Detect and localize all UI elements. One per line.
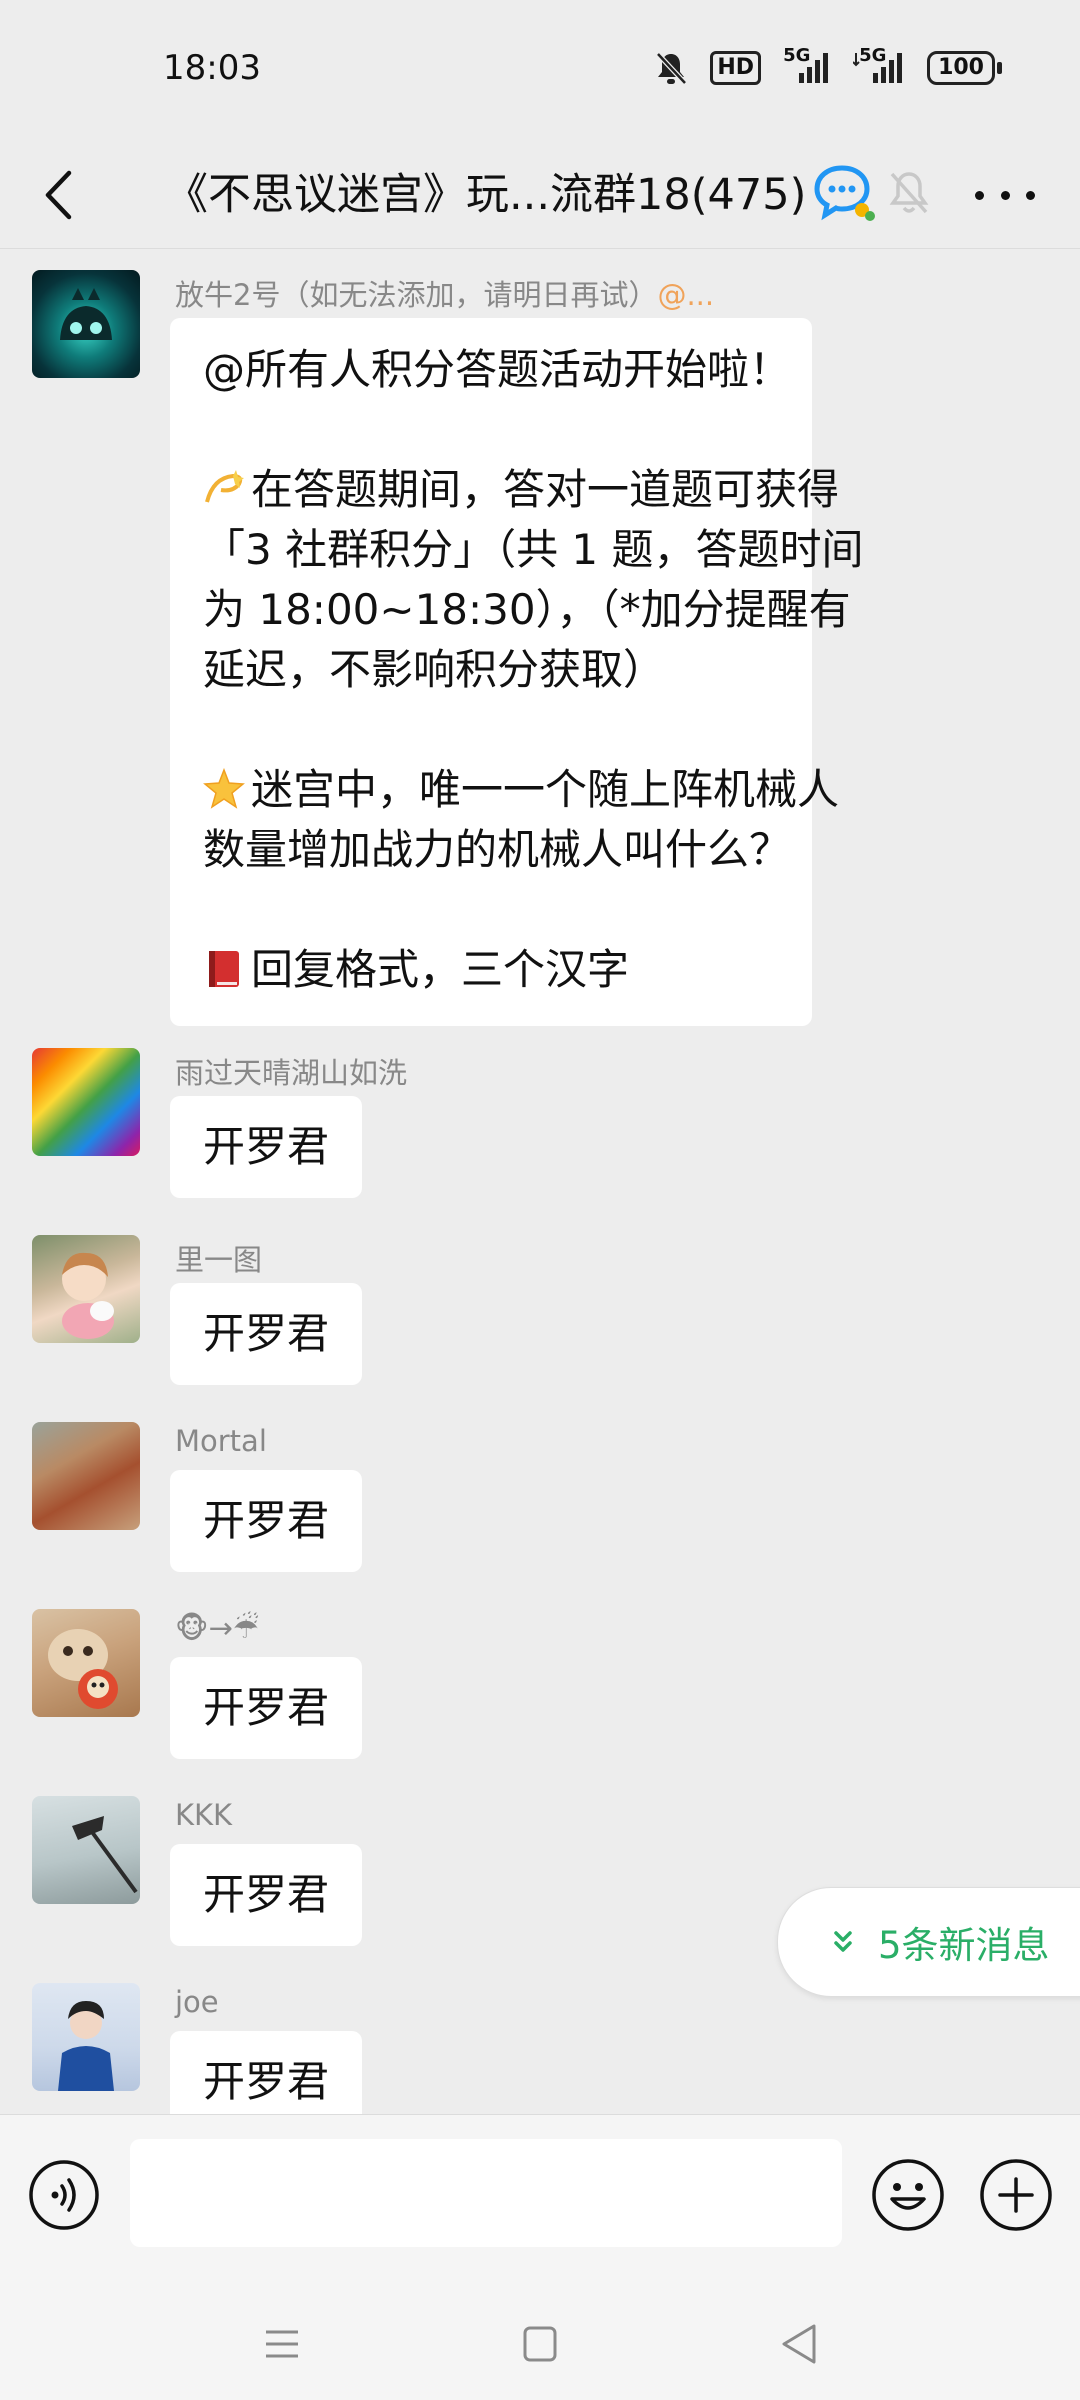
message-bubble[interactable]: 开罗君 bbox=[170, 2031, 363, 2114]
new-messages-button[interactable]: 5条新消息 bbox=[777, 1887, 1080, 1997]
message-line: 在答题期间，答对一道题可获得 bbox=[203, 460, 839, 520]
group-chat-icon[interactable] bbox=[812, 160, 878, 226]
sender-name: 🐵→☔ bbox=[175, 1611, 259, 1645]
battery-level: 100 bbox=[927, 51, 995, 85]
emoji-button[interactable] bbox=[870, 2157, 946, 2233]
message-bubble[interactable]: 开罗君 bbox=[170, 1283, 363, 1385]
notifications-off-icon bbox=[656, 52, 688, 85]
new-messages-label: 5条新消息 bbox=[878, 1924, 1050, 1967]
hd-voice-icon: HD bbox=[710, 51, 762, 85]
more-functions-button[interactable] bbox=[978, 2157, 1054, 2233]
sender-name: KKK bbox=[175, 1798, 233, 1832]
sender-name: 放牛2号（如无法添加，请明日再试）@... bbox=[175, 272, 714, 314]
avatar[interactable] bbox=[32, 1235, 140, 1343]
double-chevron-down-icon bbox=[834, 1931, 852, 1952]
chevron-left-icon bbox=[45, 170, 72, 220]
message-line-text: 迷宫中，唯一一个随上阵机械人 bbox=[251, 765, 840, 814]
message-line bbox=[203, 400, 779, 460]
message-line bbox=[203, 700, 779, 760]
message-line: 数量增加战力的机械人叫什么？ bbox=[203, 825, 792, 874]
dizzy-emoji-icon bbox=[205, 470, 244, 503]
input-bar bbox=[0, 2114, 1080, 2285]
avatar[interactable] bbox=[32, 270, 140, 378]
chat-title[interactable]: 《不思议迷宫》玩...流群18(475) bbox=[165, 162, 815, 228]
sender-name: Mortal bbox=[175, 1424, 267, 1458]
more-dots-icon bbox=[975, 190, 984, 200]
system-nav-bar bbox=[0, 2284, 1080, 2400]
avatar[interactable] bbox=[32, 1983, 140, 2091]
red-book-icon bbox=[209, 951, 239, 987]
message-line: 延迟，不影响积分获取） bbox=[203, 645, 666, 694]
status-time: 18:03 bbox=[163, 48, 261, 88]
chat-header: 《不思议迷宫》玩...流群18(475) bbox=[0, 140, 1080, 250]
message-input[interactable] bbox=[130, 2139, 842, 2247]
status-bar: 18:03 HD 5G 5G 100 bbox=[0, 0, 1080, 140]
system-back-icon[interactable] bbox=[778, 2322, 818, 2366]
home-icon[interactable] bbox=[522, 2324, 558, 2364]
sender-name: 雨过天晴湖山如洗 bbox=[175, 1056, 408, 1090]
battery-icon: 100 bbox=[927, 51, 1002, 85]
message-bubble[interactable]: 开罗君 bbox=[170, 1657, 363, 1759]
more-options-button[interactable] bbox=[975, 180, 1035, 210]
back-button[interactable] bbox=[28, 160, 88, 230]
message-bubble[interactable]: @所有人积分答题活动开始啦！ 在答题期间，答对一道题可获得 「3 社群积分」（共… bbox=[170, 318, 864, 1026]
message-bubble[interactable]: 开罗君 bbox=[170, 1844, 363, 1946]
message-line: 回复格式，三个汉字 bbox=[203, 940, 779, 1000]
avatar[interactable] bbox=[32, 1048, 140, 1156]
mention-tag[interactable]: @... bbox=[657, 278, 714, 312]
message-list[interactable]: 放牛2号（如无法添加，请明日再试）@... @所有人积分答题活动开始啦！ 在答题… bbox=[0, 250, 1080, 2114]
sender-name: 里一图 bbox=[175, 1243, 263, 1277]
signal-5g-icon: 5G bbox=[783, 45, 831, 85]
network-type-label-2: 5G bbox=[859, 45, 887, 66]
recent-apps-icon[interactable] bbox=[262, 2324, 302, 2364]
avatar[interactable] bbox=[32, 1609, 140, 1717]
message-line bbox=[203, 880, 779, 940]
header-divider bbox=[0, 248, 1080, 249]
message-line-text: 在答题期间，答对一道题可获得 bbox=[251, 465, 840, 514]
message-line: @所有人积分答题活动开始啦！ bbox=[203, 345, 792, 394]
message-line: 迷宫中，唯一一个随上阵机械人 bbox=[203, 760, 839, 820]
avatar[interactable] bbox=[32, 1796, 140, 1904]
message-bubble[interactable]: 开罗君 bbox=[170, 1096, 363, 1198]
signal-5g-icon-2: 5G bbox=[853, 45, 905, 85]
glowing-star-icon bbox=[203, 768, 245, 809]
sender-name: joe bbox=[175, 1985, 219, 2019]
sender-name-text: 放牛2号（如无法添加，请明日再试） bbox=[175, 278, 658, 312]
network-type-label: 5G bbox=[783, 45, 811, 66]
status-icons: HD 5G 5G 100 bbox=[654, 45, 1002, 86]
message-line: 「3 社群积分」（共 1 题，答题时间 bbox=[203, 525, 864, 574]
muted-bell-icon bbox=[889, 172, 929, 214]
message-bubble[interactable]: 开罗君 bbox=[170, 1470, 363, 1572]
avatar[interactable] bbox=[32, 1422, 140, 1530]
voice-input-button[interactable] bbox=[28, 2159, 100, 2231]
message-line-text: 回复格式，三个汉字 bbox=[251, 945, 630, 994]
message-line: 为 18:00~18:30），（*加分提醒有 bbox=[203, 585, 851, 634]
